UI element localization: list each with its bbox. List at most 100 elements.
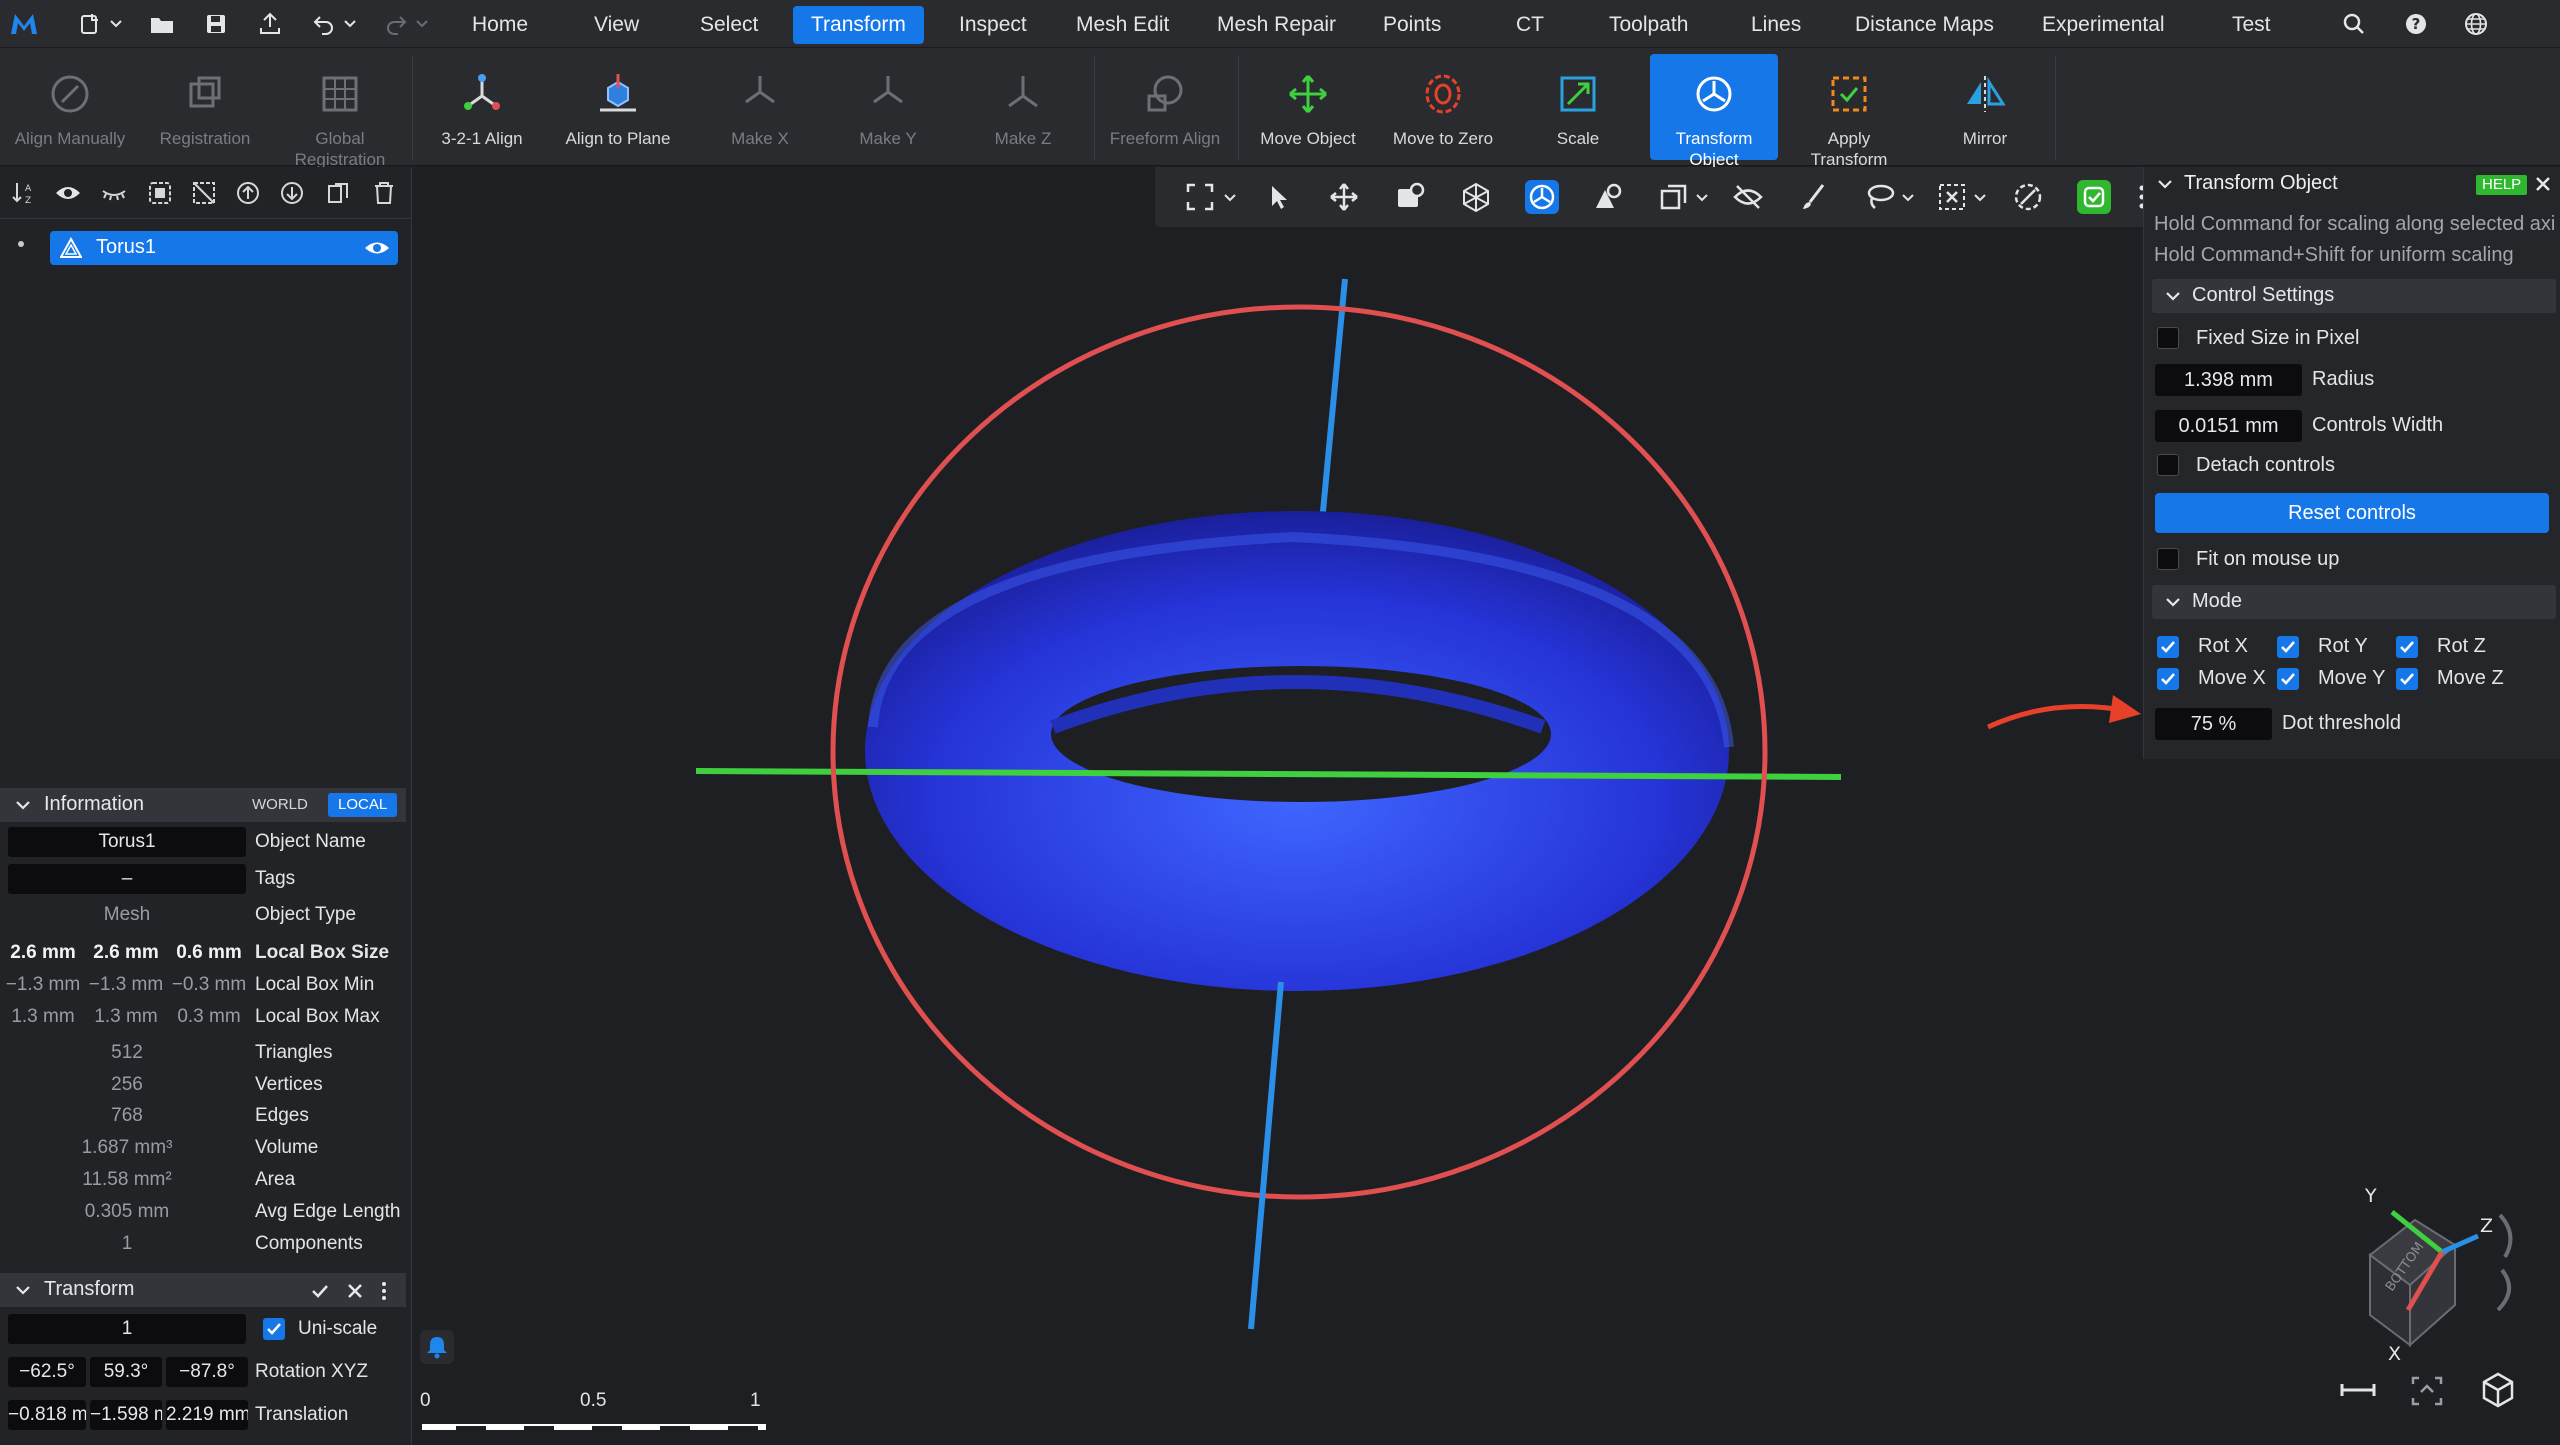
open-folder-icon[interactable] [146,8,178,40]
sort-icon[interactable]: AZ [10,179,38,207]
clear-selection-icon[interactable] [2011,180,2045,214]
control-settings-header[interactable]: Control Settings [2152,279,2556,313]
mirror-button[interactable]: Mirror [1940,54,2030,160]
chevron-down-icon[interactable] [412,12,432,36]
hide-icon[interactable] [100,179,128,207]
apply-transform-button[interactable]: Apply Transform [1790,54,1908,169]
view-cube[interactable]: BOTTOM Y Z X [2330,1160,2550,1380]
eye-icon[interactable] [54,179,82,207]
globe-icon[interactable] [2460,8,2492,40]
reset-controls-button[interactable]: Reset controls [2155,493,2549,533]
visibility-eye-icon[interactable] [364,238,390,258]
menu-ct[interactable]: CT [1512,6,1548,44]
menu-transform[interactable]: Transform [793,6,924,44]
notifications-button[interactable] [420,1330,454,1364]
chevron-down-icon[interactable] [1971,187,1989,207]
rotate-view-icon[interactable] [1393,180,1427,214]
move-object-button[interactable]: Move Object [1248,54,1368,160]
search-icon[interactable] [2338,8,2370,40]
move-z-checkbox[interactable] [2396,668,2418,690]
wireframe-cube-icon[interactable] [1459,180,1493,214]
rotation-x-input[interactable]: −62.5° [8,1357,86,1387]
three-two-one-align-button[interactable]: 3-2-1 Align [422,54,542,160]
fit-on-mouse-up-checkbox[interactable] [2157,548,2179,570]
rot-y-checkbox[interactable] [2277,636,2299,658]
move-to-zero-button[interactable]: Move to Zero [1376,54,1510,160]
world-mode-toggle[interactable]: WORLD [244,793,316,817]
rot-z-checkbox[interactable] [2396,636,2418,658]
deselect-icon[interactable] [190,179,218,207]
chevron-down-icon[interactable] [1899,187,1917,207]
view-cube-toggle-icon[interactable] [2478,1370,2518,1410]
box-select-icon[interactable] [1935,180,1969,214]
menu-experimental[interactable]: Experimental [2038,6,2169,44]
chevron-down-icon[interactable] [1221,187,1239,207]
gizmo-mode-icon[interactable] [1525,180,1559,214]
menu-distance-maps[interactable]: Distance Maps [1851,6,1998,44]
menu-mesh-repair[interactable]: Mesh Repair [1213,6,1340,44]
duplicate-icon[interactable] [324,179,352,207]
rotation-y-input[interactable]: 59.3° [90,1357,162,1387]
menu-toolpath[interactable]: Toolpath [1605,6,1692,44]
detach-controls-checkbox[interactable] [2157,454,2179,476]
uniscale-checkbox[interactable] [263,1318,285,1340]
shapes-icon[interactable] [1591,180,1625,214]
menu-lines[interactable]: Lines [1747,6,1805,44]
freeform-align-button[interactable]: Freeform Align [1100,54,1230,160]
chevron-down-icon[interactable] [340,12,360,36]
menu-mesh-edit[interactable]: Mesh Edit [1072,6,1173,44]
scale-button[interactable]: Scale [1530,54,1626,160]
export-icon[interactable] [254,8,286,40]
transform-object-button[interactable]: Transform Object [1650,54,1778,169]
pan-icon[interactable] [1327,180,1361,214]
new-file-icon[interactable] [74,8,106,40]
more-vertical-icon[interactable] [378,1281,390,1301]
mode-header[interactable]: Mode [2152,585,2556,619]
global-registration-button[interactable]: Global Registration [270,54,410,169]
make-x-button[interactable]: Make X [710,54,810,160]
menu-inspect[interactable]: Inspect [955,6,1031,44]
ruler-icon[interactable] [2338,1370,2378,1410]
fit-screen-icon[interactable] [2407,1370,2447,1410]
rot-x-checkbox[interactable] [2157,636,2179,658]
tree-expander[interactable] [18,241,24,247]
help-badge[interactable]: HELP [2476,175,2528,195]
translation-z-input[interactable]: 2.219 mm [166,1400,248,1430]
menu-select[interactable]: Select [696,6,762,44]
local-mode-toggle[interactable]: LOCAL [328,793,398,817]
object-name-field[interactable]: Torus1 [8,827,246,857]
redo-icon[interactable] [380,8,412,40]
trash-icon[interactable] [370,179,398,207]
hide-selected-icon[interactable] [1731,180,1765,214]
controls-width-input[interactable]: 0.0151 mm [2155,410,2302,442]
select-all-icon[interactable] [146,179,174,207]
menu-home[interactable]: Home [468,6,532,44]
move-x-checkbox[interactable] [2157,668,2179,690]
translation-y-input[interactable]: −1.598 mm [90,1400,162,1430]
information-header[interactable]: Information WORLD LOCAL [0,788,406,822]
dot-threshold-input[interactable]: 75 % [2155,708,2272,740]
lasso-icon[interactable] [1863,180,1897,214]
make-z-button[interactable]: Make Z [973,54,1073,160]
registration-button[interactable]: Registration [140,54,270,160]
chevron-down-icon[interactable] [2156,175,2174,193]
close-icon[interactable] [2535,176,2551,192]
confirm-icon[interactable] [2077,180,2111,214]
brush-icon[interactable] [1797,180,1831,214]
close-icon[interactable] [345,1281,365,1301]
rotation-z-input[interactable]: −87.8° [166,1357,248,1387]
radius-input[interactable]: 1.398 mm [2155,364,2302,396]
z-axis-handle-bottom[interactable] [1248,981,1284,1330]
translation-x-input[interactable]: −0.818 mm [8,1400,86,1430]
app-logo-icon[interactable] [8,8,40,40]
chevron-down-icon[interactable] [106,12,126,36]
move-down-icon[interactable] [278,179,306,207]
undo-icon[interactable] [308,8,340,40]
align-manually-button[interactable]: Align Manually [0,54,140,160]
align-to-plane-button[interactable]: Align to Plane [548,54,688,160]
chevron-down-icon[interactable] [1693,187,1711,207]
transform-header[interactable]: Transform [0,1273,406,1307]
make-y-button[interactable]: Make Y [838,54,938,160]
pointer-icon[interactable] [1261,180,1295,214]
scale-input[interactable]: 1 [8,1314,246,1344]
